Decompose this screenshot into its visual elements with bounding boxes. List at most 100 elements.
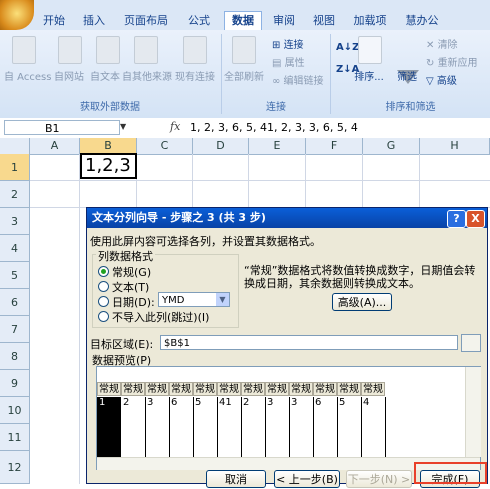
text-file-icon	[96, 36, 120, 64]
tab-review[interactable]: 审阅	[266, 12, 302, 30]
preview-column-header[interactable]: 常规	[313, 382, 337, 396]
from-text-button[interactable]: 自文本	[88, 68, 122, 83]
from-web-button[interactable]: 自网站	[52, 68, 86, 83]
advanced-filter-button[interactable]: ▽ 高级	[426, 72, 457, 87]
formula-input[interactable]: 1, 2, 3, 6, 5, 41, 2, 3, 3, 6, 5, 4	[190, 120, 358, 135]
chevron-down-icon[interactable]: ▼	[120, 122, 126, 131]
tab-addins[interactable]: 加载项	[346, 12, 394, 30]
preview-cell: 6	[171, 397, 178, 408]
properties-button[interactable]: ▤ 属性	[272, 54, 305, 69]
sort-button[interactable]: 排序...	[350, 68, 388, 83]
column-header[interactable]: A	[30, 138, 80, 154]
preview-column-header[interactable]: 常规	[193, 382, 217, 396]
preview-vertical-scrollbar[interactable]	[465, 367, 481, 457]
preview-divider	[145, 397, 146, 457]
preview-column-header[interactable]: 常规	[265, 382, 289, 396]
preview-cell: 3	[267, 397, 274, 408]
existing-connections-icon	[183, 36, 207, 64]
column-header[interactable]: H	[420, 138, 490, 154]
tab-huibangong[interactable]: 慧办公	[398, 12, 446, 30]
preview-divider	[193, 397, 194, 457]
tab-home[interactable]: 开始	[36, 12, 72, 30]
radio-skip-label[interactable]: 不导入此列(跳过)(I)	[112, 309, 209, 325]
preview-column-header[interactable]: 常规	[169, 382, 193, 396]
preview-divider	[217, 397, 218, 457]
radio-skip[interactable]	[98, 311, 109, 322]
name-box[interactable]: B1	[4, 120, 120, 135]
row-header[interactable]: 5	[0, 262, 30, 289]
help-icon[interactable]: ?	[447, 210, 466, 228]
preview-column-header[interactable]: 常规	[241, 382, 265, 396]
group-label-external-data: 获取外部数据	[80, 102, 140, 113]
row-header[interactable]: 7	[0, 316, 30, 343]
from-access-button[interactable]: 自 Access	[4, 68, 51, 83]
connections-button[interactable]: ⊞ 连接	[272, 36, 304, 51]
close-icon[interactable]: X	[466, 210, 485, 228]
next-button[interactable]: 下一步(N) >	[346, 470, 412, 488]
select-all-corner[interactable]	[0, 138, 30, 154]
target-input[interactable]: $B$1	[160, 335, 458, 350]
row-header[interactable]: 6	[0, 289, 30, 316]
preview-column-header[interactable]: 常规	[361, 382, 385, 396]
row-header[interactable]: 2	[0, 181, 30, 208]
sort-asc-icon[interactable]: A↓Z	[336, 42, 359, 53]
preview-column-header[interactable]: 常规	[121, 382, 145, 396]
tab-data[interactable]: 数据	[224, 11, 262, 30]
tab-insert[interactable]: 插入	[76, 12, 112, 30]
column-header[interactable]: D	[193, 138, 249, 154]
radio-date[interactable]	[98, 296, 109, 307]
column-header[interactable]: E	[249, 138, 306, 154]
preview-divider	[361, 397, 362, 457]
grid-line	[192, 154, 193, 207]
grid-line	[248, 154, 249, 207]
tab-formulas[interactable]: 公式	[180, 12, 218, 30]
row-header[interactable]: 8	[0, 343, 30, 370]
advanced-filter-label: 高级	[436, 76, 457, 87]
preview-column-header[interactable]: 常规	[145, 382, 169, 396]
row-header[interactable]: 12	[0, 451, 30, 484]
tab-page-layout[interactable]: 页面布局	[118, 12, 174, 30]
finish-highlight-box	[414, 462, 487, 484]
clear-button[interactable]: ✕ 清除	[426, 36, 458, 51]
row-header[interactable]: 3	[0, 208, 30, 235]
edit-links-button[interactable]: ∞ 编辑链接	[272, 72, 324, 87]
row-header[interactable]: 9	[0, 370, 30, 397]
column-header[interactable]: G	[363, 138, 420, 154]
preview-column-header[interactable]: 常规	[289, 382, 313, 396]
chevron-down-icon[interactable]: ▼	[216, 293, 229, 306]
column-header[interactable]: B	[80, 138, 137, 154]
preview-cell: 6	[315, 397, 322, 408]
refresh-all-button[interactable]: 全部刷新	[224, 68, 264, 83]
row-header[interactable]: 11	[0, 424, 30, 451]
existing-connections-button[interactable]: 现有连接	[174, 68, 216, 83]
row-header[interactable]: 10	[0, 397, 30, 424]
from-other-sources-button[interactable]: 自其他来源	[122, 68, 172, 83]
collapse-dialog-icon[interactable]	[461, 334, 481, 352]
filter-button[interactable]: 筛选	[392, 68, 422, 83]
advanced-button[interactable]: 高级(A)...	[332, 293, 392, 311]
radio-general-label[interactable]: 常规(G)	[112, 264, 151, 280]
preview-column-header[interactable]: 常规	[97, 382, 121, 396]
radio-text-label[interactable]: 文本(T)	[112, 279, 149, 295]
radio-date-label[interactable]: 日期(D):	[112, 294, 155, 310]
row-header[interactable]: 4	[0, 235, 30, 262]
cancel-button[interactable]: 取消	[206, 470, 266, 488]
column-header[interactable]: F	[306, 138, 363, 154]
column-header[interactable]: C	[137, 138, 193, 154]
row-header[interactable]: 1	[0, 154, 30, 181]
back-button[interactable]: < 上一步(B)	[274, 470, 340, 488]
fx-icon[interactable]: fx	[170, 120, 182, 135]
tab-view[interactable]: 视图	[306, 12, 342, 30]
preview-column-header[interactable]: 常规	[337, 382, 361, 396]
preview-divider	[289, 397, 290, 457]
reapply-button[interactable]: ↻ 重新应用	[426, 54, 478, 69]
preview-column-header[interactable]: 常规	[217, 382, 241, 396]
preview-cell: 5	[339, 397, 346, 408]
column-format-label: 列数据格式	[96, 248, 155, 264]
radio-general[interactable]	[98, 266, 109, 277]
preview-cell: 2	[243, 397, 250, 408]
radio-text[interactable]	[98, 281, 109, 292]
cell-b1[interactable]: 1,2,3	[80, 153, 137, 179]
grid-line	[30, 180, 490, 181]
sort-icon	[358, 36, 382, 64]
